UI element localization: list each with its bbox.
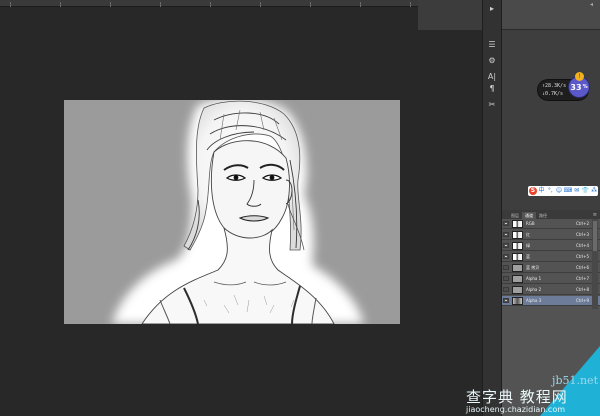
channel-name: 红 (526, 232, 530, 237)
channel-shortcut: Ctrl+8 (576, 287, 590, 292)
tool-preset-icon[interactable]: ✂ (486, 100, 498, 110)
panel-menu-icon[interactable]: ≡ (593, 212, 597, 219)
watermark-url: jiaocheng.chazidian.com (466, 405, 566, 414)
visibility-eye-icon[interactable] (503, 298, 509, 303)
channel-row-alpha-3[interactable]: Alpha 3 Ctrl+9 (502, 296, 600, 306)
channel-shortcut: Ctrl+9 (576, 298, 590, 303)
watermark: jb51.net 查字典 教程网 jiaocheng.chazidian.com (460, 344, 600, 416)
channel-row-red[interactable]: 红 Ctrl+3 (502, 230, 600, 240)
visibility-eye-icon[interactable] (503, 265, 509, 270)
skin-icon[interactable]: 👕 (582, 187, 590, 195)
adjust-icon[interactable]: ⚙ (486, 56, 498, 66)
tools-icon[interactable]: ⁂ (590, 187, 598, 195)
channel-row-alpha-2[interactable]: Alpha 2 Ctrl+8 (502, 285, 600, 295)
horizontal-ruler (0, 0, 418, 7)
adjustments-panel: ◂ (502, 0, 600, 210)
percent-sign: % (582, 84, 588, 90)
channel-thumbnail (512, 286, 523, 294)
visibility-eye-icon[interactable] (503, 254, 509, 259)
channel-name: RGB (526, 221, 535, 226)
channel-thumbnail (512, 220, 523, 228)
channel-row-alpha-1[interactable]: Alpha 1 Ctrl+7 (502, 274, 600, 284)
photoshop-window: ▸ ☰ ⚙ A| ¶ ✂ ◂ ↑28.3K/s ↓0.7K/s 33% ! S … (0, 0, 600, 416)
input-method-toolbar[interactable]: S 中 °, ☺ ⌨ ✉ 👕 ⁂ (528, 186, 598, 196)
channel-thumbnail (512, 297, 523, 305)
channel-name: 蓝 拷贝 (526, 265, 540, 270)
channel-shortcut: Ctrl+5 (576, 254, 590, 259)
channel-thumbnail (512, 275, 523, 283)
panel-header: ◂ (502, 0, 600, 30)
chinese-mode-icon[interactable]: 中 (538, 187, 546, 195)
keyboard-icon[interactable]: ⌨ (564, 187, 573, 195)
panel-tabs: 图层 通道 路径 ≡ (502, 210, 600, 219)
channel-name: Alpha 1 (526, 276, 542, 281)
options-bar-area (418, 0, 482, 30)
cpu-percent: 33 (570, 82, 582, 92)
channel-thumbnail (512, 231, 523, 239)
tab-paths[interactable]: 路径 (536, 212, 550, 219)
collapse-icon[interactable]: ◂ (590, 2, 596, 8)
watermark-chinese: 查字典 教程网 (466, 388, 568, 406)
visibility-eye-icon[interactable] (503, 287, 509, 292)
channel-name: 蓝 (526, 254, 530, 259)
channel-row-blue-copy[interactable]: 蓝 拷贝 Ctrl+6 (502, 263, 600, 273)
alert-badge-icon: ! (575, 72, 584, 81)
portrait-sketch-image (64, 100, 400, 324)
channel-shortcut: Ctrl+3 (576, 232, 590, 237)
mail-icon[interactable]: ✉ (573, 187, 581, 195)
panel-scrollbar[interactable] (592, 219, 598, 309)
channel-shortcut: Ctrl+4 (576, 243, 590, 248)
network-speed-widget[interactable]: ↑28.3K/s ↓0.7K/s 33% ! (538, 72, 590, 100)
upload-speed: ↑28.3K/s (542, 83, 567, 89)
channel-row-blue[interactable]: 蓝 Ctrl+5 (502, 252, 600, 262)
channel-name: Alpha 3 (526, 298, 542, 303)
document-canvas[interactable] (64, 100, 400, 324)
history-icon[interactable]: ▸ (486, 4, 498, 14)
visibility-eye-icon[interactable] (503, 221, 509, 226)
channel-shortcut: Ctrl+2 (576, 221, 590, 226)
emoji-icon[interactable]: ☺ (555, 187, 563, 195)
channel-name: Alpha 2 (526, 287, 542, 292)
channel-row-green[interactable]: 绿 Ctrl+4 (502, 241, 600, 251)
tab-channels[interactable]: 通道 (522, 212, 536, 219)
channel-name: 绿 (526, 243, 530, 248)
visibility-eye-icon[interactable] (503, 232, 509, 237)
download-speed: ↓0.7K/s (542, 91, 564, 97)
character-icon[interactable]: A| (486, 72, 498, 82)
tab-layers[interactable]: 图层 (508, 212, 522, 219)
paragraph-icon[interactable]: ¶ (486, 84, 498, 94)
channel-thumbnail (512, 253, 523, 261)
channel-thumbnail (512, 242, 523, 250)
punctuation-icon[interactable]: °, (546, 187, 554, 195)
channel-shortcut: Ctrl+6 (576, 265, 590, 270)
properties-icon[interactable]: ☰ (486, 40, 498, 50)
visibility-eye-icon[interactable] (503, 243, 509, 248)
sogou-logo-icon[interactable]: S (529, 187, 537, 195)
channel-row-rgb[interactable]: RGB Ctrl+2 (502, 219, 600, 229)
channel-shortcut: Ctrl+7 (576, 276, 590, 281)
visibility-eye-icon[interactable] (503, 276, 509, 281)
channel-thumbnail (512, 264, 523, 272)
